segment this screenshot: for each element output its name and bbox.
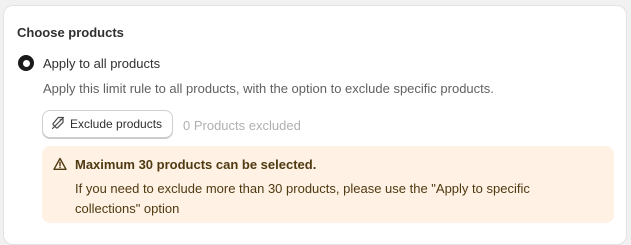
section-title: Choose products bbox=[17, 25, 124, 40]
apply-all-label[interactable]: Apply to all products bbox=[43, 56, 160, 71]
tag-exclude-icon bbox=[51, 116, 65, 133]
exclude-products-label: Exclude products bbox=[70, 117, 163, 131]
radio-selected-dot bbox=[22, 59, 30, 67]
apply-all-radio[interactable] bbox=[18, 55, 34, 71]
apply-all-help-text: Apply this limit rule to all products, w… bbox=[43, 81, 494, 96]
alert-triangle-icon bbox=[53, 157, 67, 176]
warning-text: If you need to exclude more than 30 prod… bbox=[75, 181, 530, 216]
warning-title: Maximum 30 products can be selected. bbox=[75, 157, 317, 172]
exclude-products-button[interactable]: Exclude products bbox=[42, 110, 173, 138]
excluded-count-text: 0 Products excluded bbox=[183, 118, 301, 133]
max-products-warning-banner: Maximum 30 products can be selected. If … bbox=[42, 146, 614, 223]
